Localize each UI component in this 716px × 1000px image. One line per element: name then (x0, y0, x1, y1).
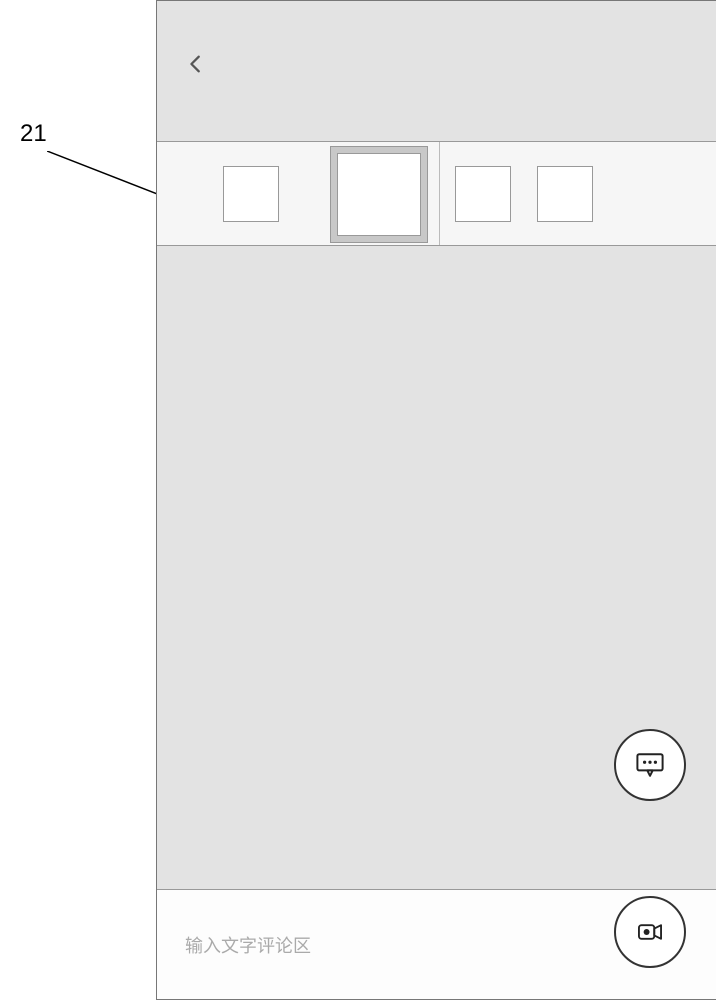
phone-frame: 输入文字评论区 (156, 0, 716, 1000)
carousel-thumb-selected-inner (337, 153, 421, 236)
carousel-divider (439, 142, 440, 245)
carousel-thumb[interactable] (223, 166, 279, 222)
comment-fab[interactable] (614, 729, 686, 801)
carousel-thumb-selected[interactable] (330, 146, 428, 243)
comment-input[interactable]: 输入文字评论区 (185, 932, 565, 958)
chevron-left-icon (185, 53, 207, 75)
callout-label: 21 (20, 120, 47, 148)
back-button[interactable] (185, 53, 215, 83)
header-bar (157, 1, 716, 141)
carousel-thumb[interactable] (455, 166, 511, 222)
video-fab[interactable] (614, 896, 686, 968)
carousel-thumb[interactable] (537, 166, 593, 222)
comment-bubble-icon (632, 747, 668, 783)
thumbnail-carousel[interactable] (157, 141, 716, 246)
video-camera-icon (633, 915, 667, 949)
carousel-inner (157, 142, 716, 245)
